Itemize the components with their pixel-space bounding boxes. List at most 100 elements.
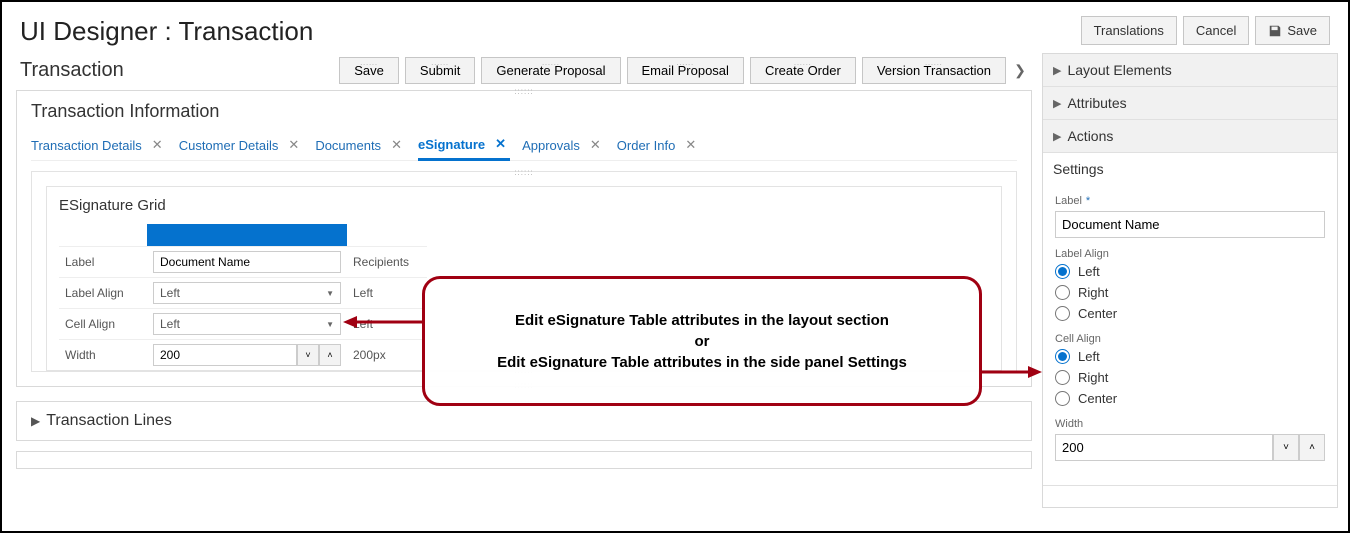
grid-col2-header: Recipients [347, 246, 427, 277]
grid-title: ESignature Grid [59, 197, 1001, 214]
radio-labelalign-right[interactable]: Right [1055, 285, 1325, 300]
grid-cellalign-select[interactable]: Left ▼ [153, 313, 341, 335]
spinner-up-button[interactable]: ˄ [1299, 434, 1325, 461]
annotation-arrow-left-icon [343, 312, 423, 332]
tab-close-icon[interactable]: ✕ [148, 137, 167, 153]
spinner-down-button[interactable]: ˅ [297, 344, 319, 366]
settings-width-input[interactable] [1055, 434, 1273, 461]
grid-row-label: Label [59, 246, 147, 277]
caret-right-icon: ▶ [31, 414, 40, 428]
action-submit-button[interactable]: Submit [405, 57, 475, 84]
radio-label: Center [1078, 306, 1117, 321]
acc-layout-elements[interactable]: ▶ Layout Elements [1043, 54, 1337, 86]
callout-line1: Edit eSignature Table attributes in the … [515, 312, 889, 329]
translations-button[interactable]: Translations [1081, 16, 1177, 45]
grid-header-recipients[interactable] [347, 224, 427, 246]
tab-order-info[interactable]: Order Info ✕ [617, 133, 700, 159]
acc-title: Settings [1053, 161, 1104, 177]
settings-body: Label * Label Align Left [1043, 185, 1337, 485]
chevron-down-icon: ▼ [326, 289, 334, 298]
radio-input[interactable] [1055, 370, 1070, 385]
annotation-callout: Edit eSignature Table attributes in the … [422, 276, 982, 406]
tab-label: Order Info [617, 138, 676, 153]
field-label: Label * [1055, 195, 1325, 238]
tab-close-icon[interactable]: ✕ [681, 137, 700, 153]
grid-row-label: Width [59, 339, 147, 370]
grid-labelalign-select[interactable]: Left ▼ [153, 282, 341, 304]
field-label-align: Label Align Left Right [1055, 248, 1325, 321]
grid-row-label: Label Align [59, 277, 147, 308]
required-star-icon: * [1086, 195, 1090, 207]
caret-right-icon: ▶ [1053, 130, 1061, 143]
save-button[interactable]: Save [1255, 16, 1330, 45]
spinner-down-button[interactable]: ˅ [1273, 434, 1299, 461]
radio-labelalign-center[interactable]: Center [1055, 306, 1325, 321]
grid-header-selected[interactable] [147, 224, 347, 246]
tab-close-icon[interactable]: ✕ [586, 137, 605, 153]
caret-right-icon: ▶ [1053, 64, 1061, 77]
select-value: Left [160, 317, 180, 331]
chevron-down-icon: ▼ [326, 320, 334, 329]
grid-col2-width: 200px [347, 339, 427, 370]
radio-label: Center [1078, 391, 1117, 406]
grid-col2-labelalign: Left [347, 277, 427, 308]
callout-line2: or [695, 333, 710, 350]
grid-label-input[interactable] [153, 251, 341, 273]
field-caption: Label Align [1055, 248, 1109, 260]
grid-header-blank [59, 224, 147, 246]
acc-title: Actions [1067, 128, 1113, 144]
grid-width-input[interactable] [153, 344, 297, 366]
radio-cellalign-right[interactable]: Right [1055, 370, 1325, 385]
field-cell-align: Cell Align Left Right [1055, 333, 1325, 406]
radio-label: Right [1078, 285, 1108, 300]
grid-cellalign-cell: Left ▼ [147, 308, 347, 339]
settings-label-input[interactable] [1055, 211, 1325, 238]
transaction-lines-panel[interactable]: ▶ Transaction Lines :::::: [16, 401, 1032, 441]
field-caption: Label [1055, 195, 1082, 207]
grid-row-label: Cell Align [59, 308, 147, 339]
tab-documents[interactable]: Documents ✕ [315, 133, 406, 159]
drag-handle-icon[interactable]: :::::: [514, 168, 533, 177]
acc-attributes[interactable]: ▶ Attributes [1043, 87, 1337, 119]
drag-handle-icon[interactable]: :::::: [514, 87, 533, 96]
field-width: Width ˅ ˄ [1055, 418, 1325, 461]
callout-line3: Edit eSignature Table attributes in the … [497, 354, 907, 371]
cancel-button[interactable]: Cancel [1183, 16, 1249, 45]
page-title: UI Designer : Transaction [20, 16, 313, 47]
action-create-order-button[interactable]: Create Order [750, 57, 856, 84]
acc-actions[interactable]: ▶ Actions [1043, 120, 1337, 152]
action-version-transaction-button[interactable]: Version Transaction [862, 57, 1006, 84]
tab-close-icon[interactable]: ✕ [491, 136, 510, 152]
radio-label: Left [1078, 264, 1100, 279]
action-generate-proposal-button[interactable]: Generate Proposal [481, 57, 620, 84]
panel-title: Transaction Information [31, 101, 1017, 122]
tab-customer-details[interactable]: Customer Details ✕ [179, 133, 304, 159]
tabs-row: Transaction Details ✕ Customer Details ✕… [31, 132, 1017, 161]
radio-input[interactable] [1055, 306, 1070, 321]
radio-input[interactable] [1055, 349, 1070, 364]
tab-label: Transaction Details [31, 138, 142, 153]
action-save-button[interactable]: Save [339, 57, 399, 84]
action-email-proposal-button[interactable]: Email Proposal [627, 57, 744, 84]
radio-input[interactable] [1055, 391, 1070, 406]
annotation-arrow-right-icon [980, 362, 1042, 382]
tab-transaction-details[interactable]: Transaction Details ✕ [31, 133, 167, 159]
tab-approvals[interactable]: Approvals ✕ [522, 133, 605, 159]
caret-right-icon: ▶ [1053, 97, 1061, 110]
radio-labelalign-left[interactable]: Left [1055, 264, 1325, 279]
spinner-up-button[interactable]: ˄ [319, 344, 341, 366]
tab-close-icon[interactable]: ✕ [284, 137, 303, 153]
chevron-right-icon[interactable]: ❯ [1012, 63, 1028, 79]
action-buttons: Save Submit Generate Proposal Email Prop… [339, 57, 1028, 84]
radio-input[interactable] [1055, 264, 1070, 279]
radio-cellalign-center[interactable]: Center [1055, 391, 1325, 406]
empty-panel [16, 451, 1032, 469]
grid-label-input-cell [147, 246, 347, 277]
select-value: Left [160, 286, 180, 300]
radio-input[interactable] [1055, 285, 1070, 300]
tab-label: Documents [315, 138, 381, 153]
tab-close-icon[interactable]: ✕ [387, 137, 406, 153]
acc-settings[interactable]: Settings [1043, 153, 1337, 185]
radio-cellalign-left[interactable]: Left [1055, 349, 1325, 364]
tab-esignature[interactable]: eSignature ✕ [418, 132, 510, 161]
